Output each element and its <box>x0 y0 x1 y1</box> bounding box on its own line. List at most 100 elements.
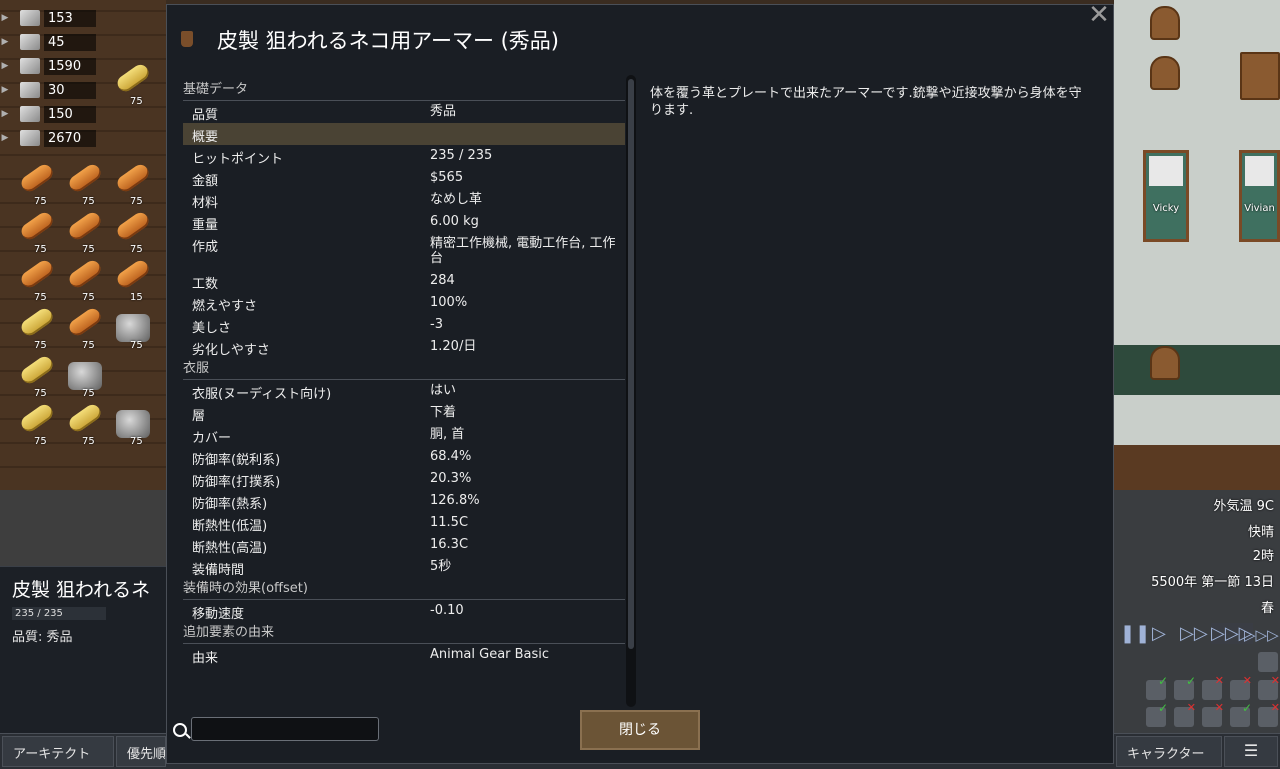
resource-count: 30 <box>44 81 96 99</box>
stat-value: $565 <box>430 170 464 185</box>
fast-speed-icon[interactable]: ▷▷ <box>1180 623 1208 644</box>
stat-value: 下着 <box>430 405 457 420</box>
dresser[interactable] <box>1240 52 1280 100</box>
stat-value: 20.3% <box>430 471 472 486</box>
stat-row[interactable]: 由来 Animal Gear Basic <box>183 644 625 679</box>
stat-label: 美しさ <box>192 321 232 336</box>
stat-row[interactable]: ヒットポイント 235 / 235 <box>183 145 625 167</box>
bed[interactable]: Vivian <box>1239 150 1280 242</box>
stat-row[interactable]: 劣化しやすさ 1.20/日 <box>183 336 625 358</box>
stat-label: 断熱性(低温) <box>192 519 268 534</box>
stat-value: -0.10 <box>430 603 464 618</box>
stone-chunk[interactable] <box>68 362 102 390</box>
stat-value: 11.5C <box>430 515 469 530</box>
stack-count: 75 <box>82 340 95 351</box>
resource-count: 45 <box>44 33 96 51</box>
wall-strip <box>1114 345 1280 395</box>
fertility-overlay-icon[interactable] <box>1230 674 1252 700</box>
learning-helper-icon[interactable] <box>1258 652 1278 672</box>
stat-row[interactable]: 防御率(熱系) 126.8% <box>183 490 625 512</box>
search-input[interactable] <box>191 717 379 741</box>
stack-count: 75 <box>82 436 95 447</box>
stat-row[interactable]: 衣服(ヌーディスト向け) はい <box>183 380 625 402</box>
stat-label: 重量 <box>192 218 219 233</box>
stat-label: 燃えやすさ <box>192 299 258 314</box>
stat-value: -3 <box>430 317 443 332</box>
expand-arrow-icon[interactable]: ▶ <box>0 85 10 95</box>
expand-arrow-icon[interactable]: ▶ <box>0 37 10 47</box>
pause-icon[interactable]: ❚❚ <box>1120 623 1150 644</box>
date: 5500年 第一節 13日 <box>1151 575 1274 590</box>
character-button[interactable]: キャラクター <box>1116 736 1222 767</box>
stat-row[interactable]: 断熱性(低温) 11.5C <box>183 512 625 534</box>
resource-row[interactable]: ▶ 30 <box>0 78 104 102</box>
stat-value: 5秒 <box>430 559 452 574</box>
stat-row[interactable]: 移動速度 -0.10 <box>183 600 625 622</box>
stat-row[interactable]: 装備時間 5秒 <box>183 556 625 578</box>
architect-button[interactable]: アーキテクト <box>2 736 114 767</box>
chair[interactable] <box>1150 56 1180 90</box>
stat-row[interactable]: 作成 精密工作機械, 電動工作台, 工作台 <box>183 233 625 270</box>
ultrafast-speed-icon[interactable]: ▷▷▷ <box>1244 626 1279 644</box>
auto-home-area-icon[interactable] <box>1146 674 1168 700</box>
close-button[interactable]: 閉じる <box>580 710 700 750</box>
dark-floor <box>0 490 166 566</box>
priority-button[interactable]: 優先順 <box>116 736 166 767</box>
chair[interactable] <box>1150 6 1180 40</box>
normal-speed-icon[interactable]: ▷ <box>1152 623 1166 644</box>
zone-visibility-icon[interactable] <box>1146 701 1168 727</box>
scrollbar-thumb[interactable] <box>628 79 634 649</box>
expand-arrow-icon[interactable]: ▶ <box>0 13 10 23</box>
temperature-overlay-icon[interactable] <box>1202 701 1224 727</box>
chair[interactable] <box>1150 346 1180 380</box>
stat-row[interactable]: 重量 6.00 kg <box>183 211 625 233</box>
stat-row[interactable]: 防御率(打撲系) 20.3% <box>183 468 625 490</box>
roof-overlay-icon[interactable] <box>1202 674 1224 700</box>
plant-overlay-icon[interactable] <box>1230 701 1252 727</box>
stat-row[interactable]: 工数 284 <box>183 270 625 292</box>
stat-value: 秀品 <box>430 104 457 119</box>
terrain-affordance-icon[interactable] <box>1258 674 1280 700</box>
home-area-icon[interactable] <box>1174 674 1196 700</box>
resource-row[interactable]: ▶ 1590 <box>0 54 104 78</box>
stat-label: 概要 <box>192 130 219 145</box>
stat-row[interactable]: 断熱性(高温) 16.3C <box>183 534 625 556</box>
bed[interactable]: Vicky <box>1143 150 1189 242</box>
expand-arrow-icon[interactable]: ▶ <box>0 133 10 143</box>
expand-arrow-icon[interactable]: ▶ <box>0 109 10 119</box>
stat-row[interactable]: 金額 $565 <box>183 167 625 189</box>
section-header: 衣服 <box>183 359 625 380</box>
stat-row[interactable]: 層 下着 <box>183 402 625 424</box>
resource-row[interactable]: ▶ 153 <box>0 6 104 30</box>
stats-scrollbar[interactable] <box>626 75 636 707</box>
stat-row[interactable]: 材料 なめし革 <box>183 189 625 211</box>
expand-arrow-icon[interactable]: ▶ <box>0 61 10 71</box>
stone-chunk[interactable] <box>116 410 150 438</box>
stat-label: 劣化しやすさ <box>192 343 270 358</box>
search-icon <box>173 723 187 737</box>
beauty-overlay-icon[interactable] <box>1174 701 1196 727</box>
wood-wall <box>1114 445 1280 490</box>
stat-row[interactable]: 燃えやすさ 100% <box>183 292 625 314</box>
stone-chunk[interactable] <box>116 314 150 342</box>
stat-row[interactable]: 美しさ -3 <box>183 314 625 336</box>
stat-label: 金額 <box>192 174 219 189</box>
resource-row[interactable]: ▶ 45 <box>0 30 104 54</box>
close-icon[interactable]: ✕ <box>1087 2 1111 28</box>
resource-row[interactable]: ▶ 150 <box>0 102 104 126</box>
stat-label: 防御率(熱系) <box>192 497 268 512</box>
stats-list[interactable]: 基礎データ 品質 秀品 概要 ヒットポイント 235 / 235 金額 $565 材料 なめし革重… <box>183 79 625 679</box>
settings-overlay-icon[interactable] <box>1258 701 1280 727</box>
resource-row[interactable]: ▶ 2670 <box>0 126 104 150</box>
stat-value: 精密工作機械, 電動工作台, 工作台 <box>430 236 616 266</box>
season: 春 <box>1260 601 1274 616</box>
stat-row[interactable]: 品質 秀品 <box>183 101 625 123</box>
stack-count: 75 <box>82 292 95 303</box>
menu-list-icon[interactable]: ☰ <box>1224 736 1278 767</box>
stat-row[interactable]: カバー 胴, 首 <box>183 424 625 446</box>
section-header: 追加要素の由来 <box>183 623 625 644</box>
resource-readout: ▶ 153 ▶ 45 ▶ 1590 ▶ 30 ▶ 150 ▶ 2670 <box>0 6 104 150</box>
dialog-title: 皮製 狙われるネコ用アーマー (秀品) <box>217 29 560 53</box>
stat-row[interactable]: 概要 <box>183 123 625 145</box>
stat-row[interactable]: 防御率(鋭利系) 68.4% <box>183 446 625 468</box>
